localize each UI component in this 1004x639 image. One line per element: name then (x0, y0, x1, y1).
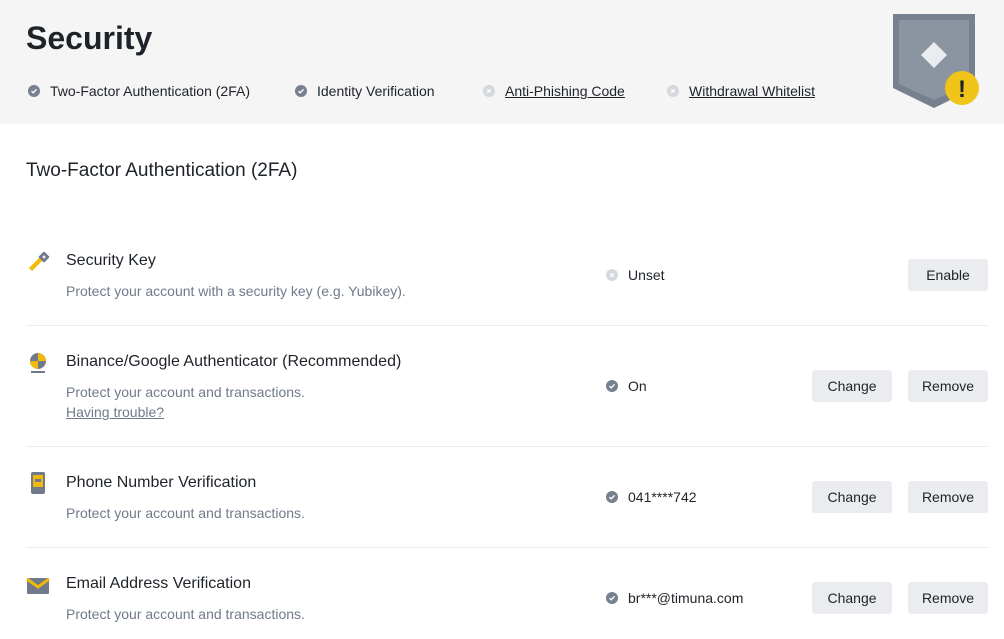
x-circle-icon (606, 269, 618, 281)
check-circle-icon (295, 85, 307, 97)
check-circle-icon (606, 380, 618, 392)
anti-phishing-link[interactable]: Anti-Phishing Code (505, 82, 625, 100)
status-item-anti-phishing[interactable]: Anti-Phishing Code (483, 82, 625, 100)
enable-button[interactable]: Enable (908, 259, 988, 291)
check-circle-icon (28, 85, 40, 97)
change-button[interactable]: Change (812, 370, 892, 402)
status-label: Identity Verification (317, 83, 435, 99)
row-description: Protect your account and transactions. (66, 606, 305, 622)
phone-icon (31, 472, 45, 494)
status-value: On (628, 378, 647, 394)
change-button[interactable]: Change (812, 582, 892, 614)
row-title: Phone Number Verification (66, 474, 257, 491)
shield-warning-icon: ! (893, 14, 979, 108)
withdrawal-whitelist-link[interactable]: Withdrawal Whitelist (689, 82, 815, 100)
remove-button[interactable]: Remove (908, 481, 988, 513)
row-description: Protect your account and transactions. (66, 505, 305, 521)
row-description: Protect your account and transactions. (66, 384, 305, 400)
status-label: Two-Factor Authentication (2FA) (50, 83, 250, 99)
status-item-withdrawal-whitelist[interactable]: Withdrawal Whitelist (667, 82, 815, 100)
authenticator-icon (30, 353, 46, 373)
status-value: br***@timuna.com (628, 590, 744, 606)
remove-button[interactable]: Remove (908, 582, 988, 614)
security-key-row: Security Key Protect your account with a… (26, 236, 988, 326)
row-title: Binance/Google Authenticator (Recommende… (66, 353, 402, 370)
security-key-icon (29, 251, 50, 271)
status-value: Unset (628, 267, 665, 283)
x-circle-icon (667, 85, 679, 97)
status-indicator: br***@timuna.com (606, 590, 743, 606)
row-title: Email Address Verification (66, 575, 251, 592)
row-title: Security Key (66, 252, 156, 269)
email-verification-row: Email Address Verification Protect your … (26, 548, 988, 639)
status-item-2fa: Two-Factor Authentication (2FA) (28, 82, 250, 100)
section-title: Two-Factor Authentication (2FA) (26, 160, 298, 181)
status-value: 041****742 (628, 489, 697, 505)
having-trouble-link[interactable]: Having trouble? (66, 404, 164, 420)
security-header: Security Two-Factor Authentication (2FA)… (0, 0, 1004, 124)
email-icon (26, 577, 50, 594)
phone-verification-row: Phone Number Verification Protect your a… (26, 447, 988, 548)
status-indicator: 041****742 (606, 489, 697, 505)
change-button[interactable]: Change (812, 481, 892, 513)
status-indicator: On (606, 378, 647, 394)
x-circle-icon (483, 85, 495, 97)
row-description: Protect your account with a security key… (66, 283, 406, 299)
status-indicator: Unset (606, 267, 665, 283)
remove-button[interactable]: Remove (908, 370, 988, 402)
status-item-identity: Identity Verification (295, 82, 435, 100)
check-circle-icon (606, 592, 618, 604)
check-circle-icon (606, 491, 618, 503)
authenticator-row: Binance/Google Authenticator (Recommende… (26, 326, 988, 447)
page-title: Security (26, 20, 153, 56)
warning-mark: ! (958, 76, 966, 103)
